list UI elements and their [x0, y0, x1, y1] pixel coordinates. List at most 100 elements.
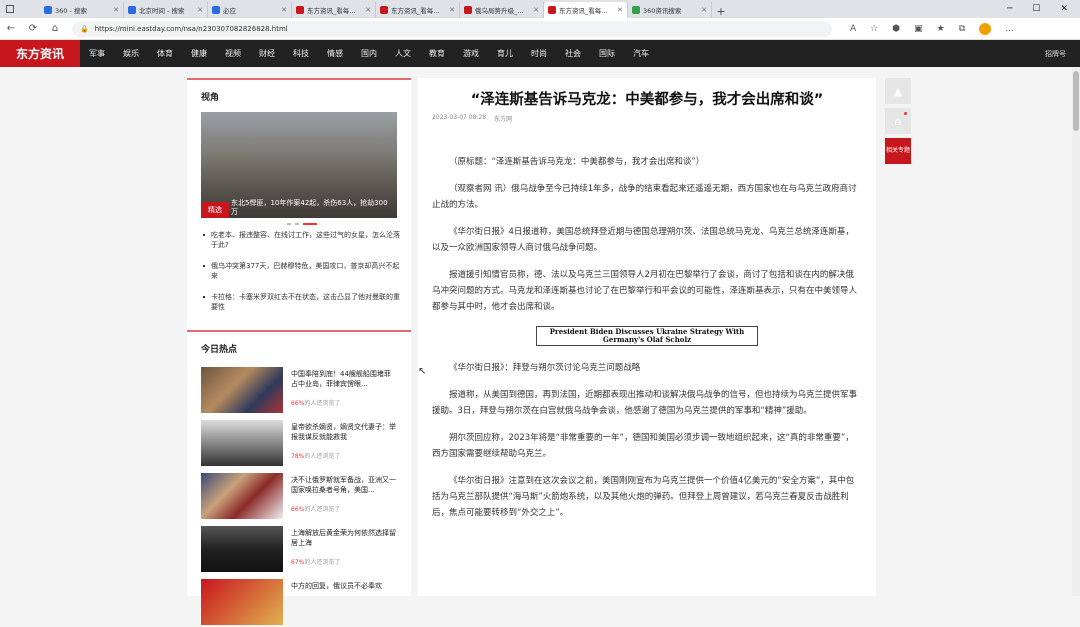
hot-news-thumbnail[interactable]: [201, 473, 283, 519]
nav-item[interactable]: 健康: [182, 48, 216, 59]
bullet-news-link[interactable]: 吃老本、报违整容、在线讨工作，这些过气的女星，怎么沦落于此?: [201, 230, 401, 250]
hot-news-thumbnail[interactable]: [201, 367, 283, 413]
nav-item[interactable]: 国际: [590, 48, 624, 59]
workspace-icon[interactable]: [6, 5, 14, 13]
nav-item[interactable]: 育儿: [488, 48, 522, 59]
page-scrollbar[interactable]: [1072, 67, 1080, 596]
hot-news-item[interactable]: 中国奉陪到底！44艘舰船围堵菲占中业岛，菲律宾愣眼... 66%的人还浏览了: [201, 367, 401, 415]
report-button[interactable]: ▲: [885, 78, 911, 104]
profile-avatar[interactable]: [979, 22, 992, 35]
browser-tab[interactable]: 东方资讯_看每新热搜消息✕: [376, 2, 460, 18]
nav-item[interactable]: 游戏: [454, 48, 488, 59]
browser-tab[interactable]: 360资讯搜索 ✕: [628, 2, 712, 18]
tab-title: 360资讯搜索: [643, 7, 682, 15]
nav-item[interactable]: 情感: [318, 48, 352, 59]
reader-suffix: 的人还浏览了: [304, 453, 341, 460]
split-screen-icon[interactable]: ▣: [914, 24, 923, 34]
nav-item[interactable]: 视频: [216, 48, 250, 59]
tab-close-icon[interactable]: ✕: [701, 6, 707, 14]
home-shortcut-button[interactable]: ⌂: [885, 108, 911, 134]
tab-title: 必应: [223, 7, 236, 15]
article-source[interactable]: 东方网: [494, 114, 512, 123]
tab-favicon-icon: [212, 6, 220, 14]
featured-image[interactable]: 精选 东北5悍匪，10年作案42起，杀伤63人，抢劫300万: [201, 112, 397, 218]
article: “泽连斯基告诉马克龙：中美都参与，我才会出席和谈” 2023-03-07 08:…: [418, 78, 876, 596]
hot-news-title[interactable]: 决不让俄罗斯就军备战，亚洲又一国家唤拉桑者号角，美国...: [291, 475, 397, 495]
maximize-button[interactable]: ☐: [1032, 4, 1040, 14]
header-account-link[interactable]: 招牌号: [1045, 49, 1080, 59]
browser-tab[interactable]: 俄乌局势升级_东方专题✕: [460, 2, 544, 18]
tab-close-icon[interactable]: ✕: [365, 6, 371, 14]
featured-caption[interactable]: 东北5悍匪，10年作案42起，杀伤63人，抢劫300万: [231, 199, 393, 217]
nav-item[interactable]: 科技: [284, 48, 318, 59]
tab-close-icon[interactable]: ✕: [197, 6, 203, 14]
tab-close-icon[interactable]: ✕: [113, 6, 119, 14]
hot-news-title[interactable]: 皇帝欲杀嫡贤，嫡贤交代妻子：举报我谋反就能救我: [291, 422, 397, 442]
hot-news-thumbnail[interactable]: [201, 420, 283, 466]
browser-tab-bar: 360 - 搜索✕北京时间 - 搜索✕必应✕东方资讯_看每新热搜消息✕东方资讯_…: [0, 0, 1080, 18]
window-menu[interactable]: [0, 0, 40, 18]
more-menu-icon[interactable]: …: [1005, 24, 1014, 34]
featured-tag: 精选: [201, 202, 229, 218]
hot-news-title[interactable]: 上海解放后黄金荣为何依然选择留居上海: [291, 528, 397, 548]
tab-close-icon[interactable]: ✕: [449, 6, 455, 14]
favorites-bar-icon[interactable]: ★: [937, 24, 945, 34]
tab-favicon-icon: [464, 6, 472, 14]
reader-percent: 78%: [291, 453, 305, 460]
new-tab-button[interactable]: +: [712, 5, 730, 18]
mouse-cursor-icon: ↖: [418, 366, 427, 377]
tab-close-icon[interactable]: ✕: [533, 6, 539, 14]
reader-suffix: 的人还浏览了: [304, 506, 341, 513]
article-date: 2023-03-07 08:28: [432, 114, 487, 121]
hot-news-thumbnail[interactable]: [201, 526, 283, 572]
close-window-button[interactable]: ✕: [1060, 4, 1068, 14]
nav-item[interactable]: 教育: [420, 48, 454, 59]
hot-news-title[interactable]: 中国奉陪到底！44艘舰船围堵菲占中业岛，菲律宾愣眼...: [291, 369, 397, 389]
browser-tab[interactable]: 北京时间 - 搜索 ✕: [124, 2, 208, 18]
tab-favicon-icon: [632, 6, 640, 14]
hot-news-title[interactable]: 中方的回复，俄议员不必奉欢: [291, 581, 397, 591]
article-paragraph: 《华尔街日报》：拜登与朔尔茨讨论乌克兰问题战略: [449, 363, 641, 373]
hot-news-item[interactable]: 上海解放后黄金荣为何依然选择留居上海 67%的人还浏览了: [201, 526, 401, 574]
nav-item[interactable]: 军事: [80, 48, 114, 59]
site-logo[interactable]: 东方资讯: [0, 40, 80, 67]
collections-icon[interactable]: ⧉: [959, 24, 965, 34]
nav-item[interactable]: 财经: [250, 48, 284, 59]
tab-close-icon[interactable]: ✕: [281, 6, 287, 14]
refresh-button[interactable]: ⟳: [22, 23, 44, 34]
nav-item[interactable]: 社会: [556, 48, 590, 59]
url-text: https://mini.eastday.com/nsa/n2303070828…: [94, 24, 288, 33]
reader-suffix: 的人还浏览了: [304, 559, 341, 566]
favorite-icon[interactable]: ☆: [870, 24, 878, 34]
hot-news-readers: 66%的人还浏览了: [291, 504, 340, 513]
nav-item[interactable]: 国内: [352, 48, 386, 59]
nav-item[interactable]: 人文: [386, 48, 420, 59]
hot-news-thumbnail[interactable]: [201, 579, 283, 625]
back-button[interactable]: ←: [0, 23, 22, 34]
reader-suffix: 的人还浏览了: [304, 400, 341, 407]
bullet-news-link[interactable]: 卡拉格：卡塞米罗双红去不在状态，这击凸显了他对曼联的重要性: [201, 292, 401, 312]
home-icon: ⌂: [894, 114, 902, 128]
tab-close-icon[interactable]: ✕: [617, 6, 623, 14]
related-topics-button[interactable]: 相关专题: [885, 138, 911, 164]
nav-item[interactable]: 体育: [148, 48, 182, 59]
scrollbar-thumb[interactable]: [1073, 71, 1079, 131]
nav-item[interactable]: 时尚: [522, 48, 556, 59]
browser-tab[interactable]: 必应 ✕: [208, 2, 292, 18]
hot-news-item[interactable]: 中方的回复，俄议员不必奉欢: [201, 579, 401, 627]
hot-news-item[interactable]: 决不让俄罗斯就军备战，亚洲又一国家唤拉桑者号角，美国... 66%的人还浏览了: [201, 473, 401, 521]
bullet-news-link[interactable]: 俄乌冲突第377天，巴赫穆特危，美国攻口，普京却高兴不起来: [201, 261, 401, 281]
browser-tab[interactable]: 东方资讯_看每新热搜消息✕: [292, 2, 376, 18]
browser-tab[interactable]: 360 - 搜索 ✕: [40, 2, 124, 18]
nav-item[interactable]: 汽车: [624, 48, 658, 59]
home-button[interactable]: ⌂: [44, 23, 66, 34]
nav-item[interactable]: 娱乐: [114, 48, 148, 59]
tab-title: 北京时间 - 搜索: [139, 7, 185, 15]
read-aloud-icon[interactable]: A: [850, 24, 856, 34]
url-field[interactable]: 🔒 https://mini.eastday.com/nsa/n23030708…: [72, 20, 832, 37]
browser-tab[interactable]: 东方资讯_看每新热搜消息✕: [544, 2, 628, 18]
extension-icon[interactable]: ⬢: [892, 24, 900, 34]
minimize-button[interactable]: ─: [1007, 4, 1012, 14]
hot-news-item[interactable]: 皇帝欲杀嫡贤，嫡贤交代妻子：举报我谋反就能救我 78%的人还浏览了: [201, 420, 401, 468]
carousel-dots[interactable]: [287, 223, 317, 225]
